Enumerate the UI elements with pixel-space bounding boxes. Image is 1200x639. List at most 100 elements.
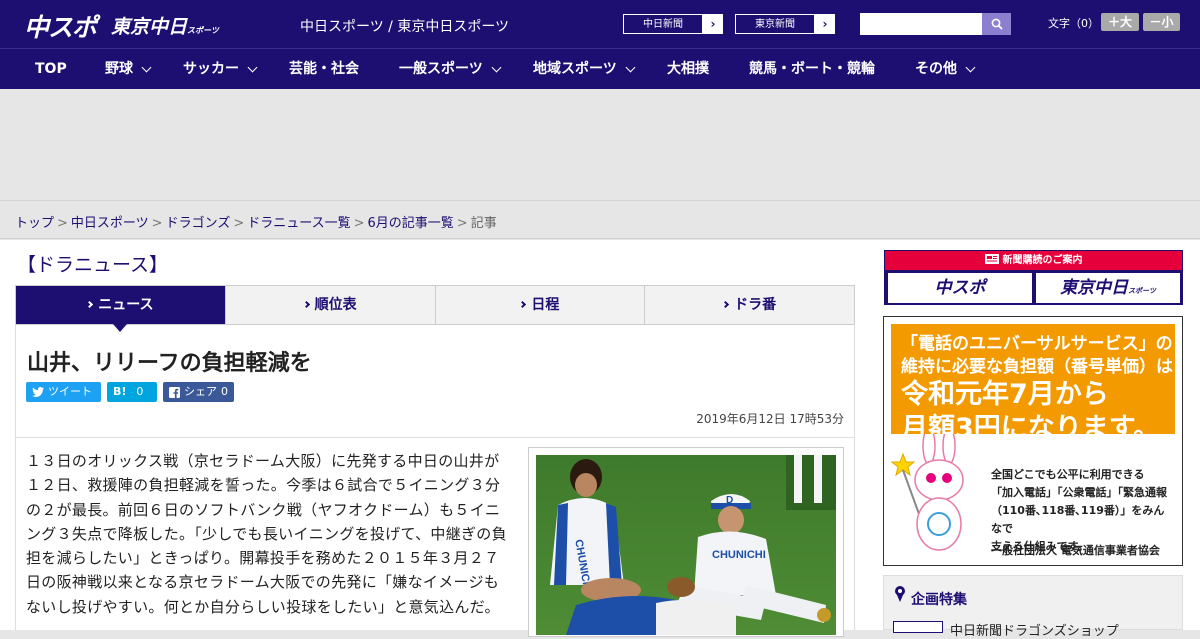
hatena-bookmark-button[interactable]: B! 0 [107,382,157,402]
breadcrumb: トップ > 中日スポーツ > ドラゴンズ > ドラニュース一覧 >6月の記事一覧 > 記事 [15,212,497,231]
chevron-right-icon: › [815,14,835,34]
nav-item-top[interactable]: TOP [35,49,67,90]
subscribe-tokyo-text: 東京中日 [1060,278,1129,298]
tab-label: 日程 [531,297,560,313]
subscription-banner: 新聞購読のご案内 中スポ 東京中日スポーツ [884,250,1183,305]
tweet-button[interactable]: ツイート [26,382,101,402]
tab-label: ニュース [98,297,154,313]
breadcrumb-separator: > [353,216,365,231]
nav-label: 大相撲 [667,61,709,77]
nav-item-local-sports[interactable]: 地域スポーツ [533,49,636,90]
ad-text-line-3: （110番､118番､119番）」をみんなで [991,504,1165,535]
breadcrumb-current: 記事 [470,216,497,231]
tokyo-shimbun-link[interactable]: 東京新聞 › [734,13,836,35]
ad-line-3: 令和元年7月から [901,379,1109,410]
article-photo[interactable]: CHUNICHI D CHUNICHI [536,455,836,635]
chunichi-shimbun-link[interactable]: 中日新聞 › [622,13,724,35]
chevron-right-icon [302,300,310,309]
ad-orange-panel: 「電話のユニバーサルサービス」の 維持に必要な負担額（番号単価）は 令和元年7月か… [891,324,1175,558]
hatena-icon: B! [113,385,127,398]
facebook-share-button[interactable]: シェア 0 [163,382,234,402]
chevron-down-icon [491,62,502,73]
nav-item-sumo[interactable]: 大相撲 [667,49,709,90]
nav-item-racing[interactable]: 競馬・ボート・競輪 [749,49,875,90]
breadcrumb-link-june[interactable]: 6月の記事一覧 [368,216,454,231]
nav-label: TOP [35,61,67,77]
ad-headline-1: 「電話のユニバーサルサービス」の 維持に必要な負担額（番号単価）は [901,333,1173,379]
chevron-down-icon [247,62,258,73]
search-input[interactable] [860,13,982,35]
breadcrumb-separator: > [233,216,245,231]
facebook-icon [169,386,180,398]
tab-standings[interactable]: 順位表 [226,286,436,324]
nav-item-general-sports[interactable]: 一般スポーツ [399,49,502,90]
tab-schedule[interactable]: 日程 [436,286,646,324]
breadcrumb-link-dora-news[interactable]: ドラニュース一覧 [247,216,350,231]
chunichi-shimbun-label: 中日新聞 [623,14,703,34]
universal-service-ad[interactable]: 「電話のユニバーサルサービス」の 維持に必要な負担額（番号単価）は 令和元年7月か… [883,316,1183,566]
nav-item-baseball[interactable]: 野球 [105,49,152,90]
ad-line-2: 維持に必要な負担額（番号単価）は [901,357,1173,377]
subscribe-chuspo-button[interactable]: 中スポ [888,273,1032,303]
rabbit-mascot-icon [891,434,964,551]
share-count: 0 [221,385,228,398]
subscribe-tokyo-chunichi-button[interactable]: 東京中日スポーツ [1036,273,1180,303]
article-date: 2019年6月12日 17時53分 [696,412,844,426]
subscription-heading-text: 新聞購読のご案内 [1002,255,1083,266]
tokyo-chunichi-logo[interactable]: 東京中日スポーツ [111,12,219,39]
article-body: １３日のオリックス戦（京セラドーム大阪）に先発する中日の山井が１２日、救援陣の負… [26,452,507,616]
nav-item-soccer[interactable]: サッカー [183,49,258,90]
nav-label: 野球 [105,61,133,77]
search-icon [991,18,1003,30]
breadcrumb-separator: > [151,216,163,231]
search-button[interactable] [982,13,1011,35]
font-larger-button[interactable]: ＋大 [1101,13,1139,31]
share-label: シェア [184,385,217,398]
tab-label: 順位表 [314,297,357,313]
tokyo-shimbun-label: 東京新聞 [735,14,815,34]
tab-news[interactable]: ニュース [16,286,226,332]
hatena-count: 0 [136,385,144,398]
section-tabs: ニュース 順位表 日程 ドラ番 [15,285,855,332]
breadcrumb-link-dragons[interactable]: ドラゴンズ [166,216,231,231]
tab-dora-ban[interactable]: ドラ番 [645,286,854,324]
tokyo-chunichi-logo-small: スポーツ [187,26,219,35]
subscribe-tokyo-small: スポーツ [1128,287,1156,295]
nav-label: 競馬・ボート・競輪 [749,61,875,77]
pin-icon [895,586,905,602]
tweet-label: ツイート [48,385,92,398]
ad-banner-space [0,89,1200,200]
newspaper-icon [984,254,999,264]
breadcrumb-separator: > [57,216,68,231]
nav-label: その他 [915,61,957,77]
breadcrumb-link-chuspo[interactable]: 中日スポーツ [71,216,149,231]
chevron-right-icon: › [703,14,723,34]
nav-label: 一般スポーツ [399,61,483,77]
chevron-down-icon [965,62,976,73]
chevron-down-icon [141,62,152,73]
feature-thumbnail[interactable] [893,621,943,633]
photo-cap-letter: D [726,495,733,506]
tab-label: ドラ番 [734,297,777,313]
chevron-right-icon [519,300,527,309]
main-nav: TOP 野球 サッカー 芸能・社会 一般スポーツ 地域スポーツ 大相撲 競馬・ボ… [0,48,1200,89]
breadcrumb-bar: トップ > 中日スポーツ > ドラゴンズ > ドラニュース一覧 >6月の記事一覧 > 記事 [0,200,1200,239]
nav-label: 地域スポーツ [533,61,617,77]
top-header: 中スポ 東京中日スポーツ 中日スポーツ / 東京中日スポーツ 中日新聞 › 東京… [0,0,1200,48]
tokyo-chunichi-logo-text: 東京中日 [111,16,188,38]
chevron-right-icon [86,300,94,309]
ad-text-line-1: 全国どこでも公平に利用できる [991,468,1145,481]
photo-jersey-text-2: CHUNICHI [712,549,766,561]
article-title: 山井、リリーフの負担軽減を [27,351,312,376]
chuspo-logo[interactable]: 中スポ [24,8,97,44]
font-smaller-button[interactable]: －小 [1143,13,1180,31]
players-stretching-image: CHUNICHI D CHUNICHI [536,455,836,635]
nav-item-other[interactable]: その他 [915,49,976,90]
ad-organization: 一般社団法人 電気通信事業者協会 [991,544,1160,557]
subscription-heading: 新聞購読のご案内 [885,251,1182,270]
nav-item-entertainment[interactable]: 芸能・社会 [289,49,359,90]
breadcrumb-link-top[interactable]: トップ [15,216,54,231]
nav-label: サッカー [183,61,239,77]
breadcrumb-separator: > [456,216,468,231]
ad-line-1: 「電話のユニバーサルサービス」の [901,334,1173,354]
